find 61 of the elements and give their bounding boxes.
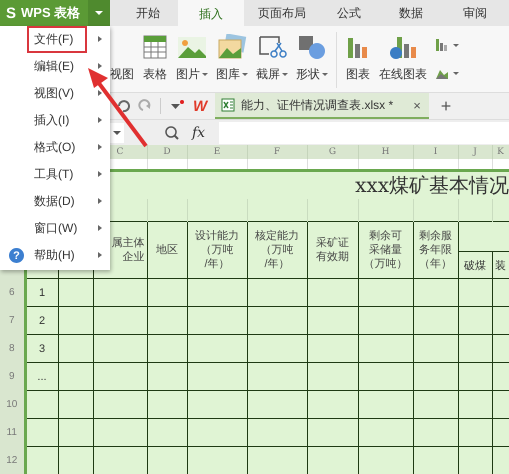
function-button[interactable]: fx (192, 124, 206, 140)
table-cell: ... (25, 362, 58, 390)
spreadsheet-file-icon (221, 98, 236, 112)
gallery-icon (217, 34, 247, 60)
header-cell: 设计能力 （万吨 /年） (187, 222, 247, 278)
header-cell: 核定能力 （万吨 /年） (247, 222, 307, 278)
image-icon (177, 34, 207, 60)
shapes-icon (297, 34, 327, 60)
help-icon: ? (9, 248, 24, 263)
wps-logo[interactable]: W (193, 98, 208, 114)
submenu-arrow-icon (98, 117, 102, 123)
header-cell: 采矿证 有效期 (307, 222, 358, 278)
name-box[interactable] (110, 122, 124, 142)
sheet-title: xxx煤矿基本情况 (355, 172, 509, 198)
new-tab-button[interactable]: + (440, 96, 452, 116)
document-title: 能力、证件情况调查表.xlsx * (241, 96, 394, 114)
header-cell: 地区 (147, 222, 187, 278)
ribbon-tab[interactable]: 数据 (378, 0, 444, 26)
formula-input[interactable] (219, 122, 509, 144)
column-header[interactable]: I (413, 145, 458, 159)
table-cell: 1 (25, 278, 58, 306)
ribbon-button[interactable]: 在线图表 (379, 26, 427, 83)
submenu-arrow-icon (98, 198, 102, 204)
ribbon-button[interactable]: 形状 (296, 26, 328, 83)
ribbon-button[interactable]: 图表 (345, 26, 371, 83)
ribbon-button[interactable]: 截屏 (256, 26, 288, 83)
row-header[interactable]: 6 (0, 278, 25, 306)
zoom-icon[interactable] (164, 124, 180, 140)
ribbon-tab[interactable]: 公式 (320, 0, 378, 26)
online-chart-icon (388, 34, 418, 60)
ribbon-tab[interactable]: 审阅 (444, 0, 506, 26)
row-header[interactable]: 9 (0, 362, 25, 390)
submenu-arrow-icon (98, 144, 102, 150)
menu-item[interactable]: 文件(F) (0, 26, 110, 53)
submenu-arrow-icon (98, 36, 102, 42)
close-button[interactable]: × (413, 98, 421, 112)
document-tab[interactable]: 能力、证件情况调查表.xlsx * × (215, 93, 429, 119)
menu-item[interactable]: 工具(T) (0, 161, 110, 188)
ribbon-button[interactable]: 图片 (176, 26, 208, 83)
table-cell: 3 (25, 334, 58, 362)
ribbon-tab[interactable]: 开始 (118, 0, 178, 26)
dropdown-button[interactable] (88, 0, 110, 26)
header-cell: 剩余服 务年限 （年） (413, 222, 458, 278)
ribbon-button[interactable]: 视图 (110, 26, 134, 83)
submenu-arrow-icon (98, 225, 102, 231)
scissors-icon (257, 34, 287, 60)
column-header[interactable]: E (187, 145, 247, 159)
header-cell: 剩余可 采储量 （万吨） (358, 222, 413, 278)
column-chart-icon[interactable] (435, 38, 461, 52)
header-cell: 破煤 (458, 252, 492, 278)
ribbon-tab[interactable]: 插入 (178, 0, 244, 26)
submenu-arrow-icon (98, 171, 102, 177)
menu-item[interactable]: 数据(D) (0, 188, 110, 215)
ribbon-button[interactable]: 图库 (216, 26, 248, 83)
submenu-arrow-icon (98, 252, 102, 258)
table-cell: 2 (25, 306, 58, 334)
table-icon (142, 34, 168, 60)
menu-item[interactable]: 插入(I) (0, 107, 110, 134)
ribbon-button[interactable]: 表格 (142, 26, 168, 83)
undo-icon[interactable] (116, 99, 130, 113)
ribbon-tab[interactable]: 页面布局 (244, 0, 320, 26)
